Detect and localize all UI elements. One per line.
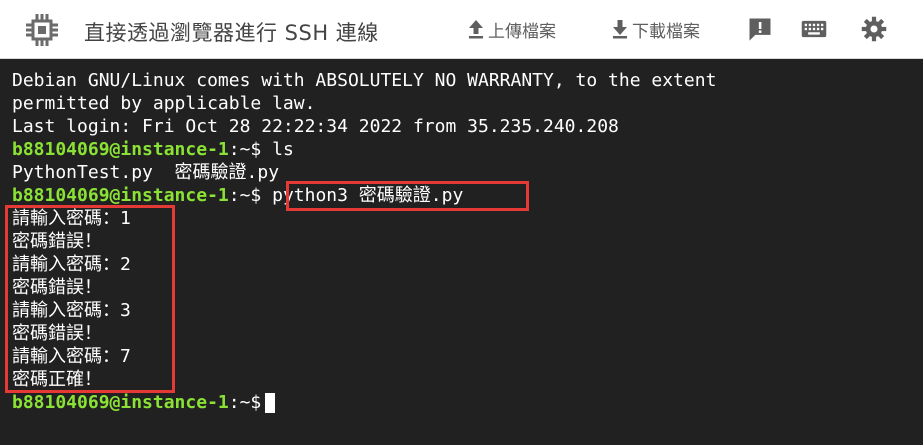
program-output-line: 請輸入密碼：7 — [12, 346, 131, 367]
program-output-line: 請輸入密碼：2 — [12, 254, 131, 275]
terminal-screen[interactable]: Debian GNU/Linux comes with ABSOLUTELY N… — [0, 59, 923, 445]
terminal-prompt-line: b88104069@instance-1:~$ python3 密碼驗證.py — [12, 184, 463, 207]
terminal-line: Debian GNU/Linux comes with ABSOLUTELY N… — [12, 70, 717, 91]
terminal-prompt-line: b88104069@instance-1:~$ — [12, 391, 276, 414]
program-output-line: 密碼錯誤！ — [12, 323, 102, 344]
command-text: ls — [272, 139, 294, 160]
program-output-line: 密碼錯誤！ — [12, 277, 102, 298]
prompt-path: :~$ — [228, 139, 262, 160]
download-file-button[interactable]: 下載檔案 — [608, 14, 700, 44]
ssh-toolbar: 直接透過瀏覽器進行 SSH 連線 上傳檔案 下載檔案 — [0, 0, 923, 59]
terminal-line: permitted by applicable law. — [12, 93, 316, 114]
prompt-path: :~$ — [228, 185, 262, 206]
upload-file-button[interactable]: 上傳檔案 — [464, 14, 556, 44]
upload-arrow-icon — [469, 20, 483, 39]
feedback-icon[interactable] — [746, 15, 774, 43]
program-output-line: 請輸入密碼：3 — [12, 300, 131, 321]
prompt-user-host: b88104069@instance-1 — [12, 139, 229, 160]
download-file-label: 下載檔案 — [632, 21, 700, 42]
program-output-line: 請輸入密碼：1 — [12, 208, 131, 229]
prompt-path: :~$ — [228, 392, 262, 413]
prompt-user-host: b88104069@instance-1 — [12, 392, 229, 413]
command-text: python3 密碼驗證.py — [272, 185, 464, 206]
upload-file-label: 上傳檔案 — [488, 21, 556, 42]
text-cursor — [265, 393, 276, 413]
terminal-line: Last login: Fri Oct 28 22:22:34 2022 fro… — [12, 116, 619, 137]
window-title: 直接透過瀏覽器進行 SSH 連線 — [84, 21, 379, 45]
ls-output: PythonTest.py 密碼驗證.py — [12, 162, 280, 183]
keyboard-icon[interactable] — [800, 15, 828, 43]
download-arrow-icon — [613, 20, 627, 39]
chip-icon — [26, 14, 58, 46]
terminal-prompt-line: b88104069@instance-1:~$ ls — [12, 138, 294, 161]
prompt-user-host: b88104069@instance-1 — [12, 185, 229, 206]
gear-icon[interactable] — [860, 15, 888, 43]
program-output-line: 密碼錯誤！ — [12, 231, 102, 252]
program-output-line: 密碼正確！ — [12, 369, 102, 390]
